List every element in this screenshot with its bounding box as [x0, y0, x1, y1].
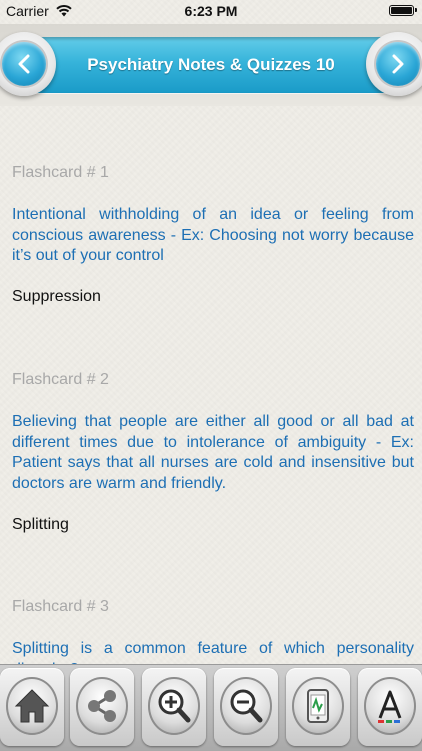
- battery-icon: [389, 5, 417, 16]
- previous-button-face: [2, 42, 46, 86]
- flashcard-answer: Splitting: [12, 516, 69, 533]
- flashcard-number: Flashcard # 1: [12, 164, 109, 181]
- share-button[interactable]: [70, 668, 134, 746]
- chevron-right-icon: [392, 54, 404, 74]
- next-button-face: [376, 42, 420, 86]
- font-icon: [378, 690, 402, 723]
- home-button[interactable]: [0, 668, 64, 746]
- flashcard-number: Flashcard # 2: [12, 371, 109, 388]
- font-button[interactable]: [358, 668, 422, 746]
- flashcard-question: Believing that people are either all goo…: [12, 413, 414, 492]
- quiz-button[interactable]: [286, 668, 350, 746]
- zoom-in-button[interactable]: [142, 668, 206, 746]
- next-button[interactable]: [366, 32, 422, 96]
- zoom-in-icon: [158, 689, 191, 723]
- status-bar: Carrier 6:23 PM: [0, 0, 422, 22]
- zoom-out-button[interactable]: [214, 668, 278, 746]
- flashcard-number: Flashcard # 3: [12, 598, 109, 615]
- flashcard-answer: Suppression: [12, 288, 101, 305]
- quiz-icon: [307, 689, 329, 723]
- chevron-left-icon: [18, 54, 30, 74]
- clock-label: 6:23 PM: [184, 3, 238, 19]
- flashcard-question: Intentional withholding of an idea or fe…: [12, 206, 414, 264]
- home-icon: [14, 689, 50, 723]
- page-title: Psychiatry Notes & Quizzes 10: [87, 55, 335, 74]
- share-icon: [88, 690, 116, 722]
- zoom-out-icon: [230, 689, 263, 723]
